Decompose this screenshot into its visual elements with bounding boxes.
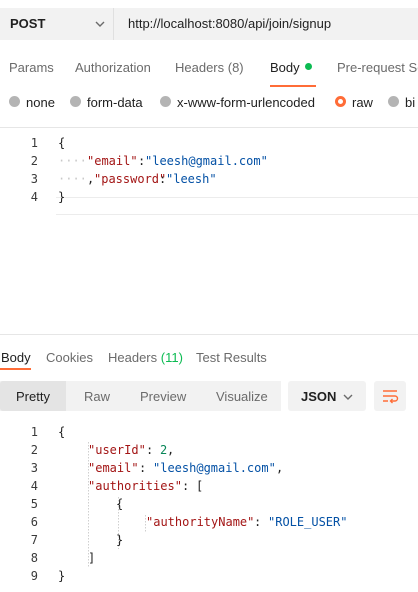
line-number: 7 [30,533,38,547]
response-tab-headers-label: Headers [108,350,158,365]
code-comma: , [167,443,175,457]
tab-authorization[interactable]: Authorization [75,60,151,75]
line-number: 9 [30,569,38,583]
line-number: 3 [30,172,38,186]
code-key-authorities: "authorities" [88,479,182,493]
line-number: 6 [30,515,38,529]
response-tab-body[interactable]: Body [1,350,31,365]
code-close-bracket: ] [88,551,96,565]
radio-label-raw[interactable]: raw [352,95,373,110]
code-open-brace: { [58,136,66,150]
radio-raw[interactable] [335,96,346,107]
format-label: JSON [301,389,337,404]
line-number: 4 [30,479,38,493]
code-inner-open-brace: { [116,497,124,511]
code-colon: : [146,443,154,457]
view-pretty-button[interactable]: Pretty [16,389,50,404]
code-close-brace: } [58,190,66,204]
code-value-authority-name: "ROLE_USER" [268,515,348,529]
tab-pre-request-script[interactable]: Pre-request Sc [337,60,418,75]
response-tab-cookies[interactable]: Cookies [46,350,93,365]
line-number: 1 [30,425,38,439]
active-response-tab-indicator [0,368,31,370]
radio-urlencoded[interactable] [160,96,171,107]
line-number: 2 [30,154,38,168]
code-inner-close-brace: } [116,533,124,547]
wrap-lines-icon [383,390,399,404]
line-number: 8 [30,551,38,565]
radio-label-binary[interactable]: bi [405,95,415,110]
line-number: 3 [30,461,38,475]
indent-dots: ···· [58,154,87,168]
code-key-user-id: "userId" [88,443,146,457]
code-open-bracket: [ [196,479,204,493]
indent-dots: ···· [58,172,87,186]
url-input[interactable]: http://localhost:8080/api/join/signup [114,8,418,40]
radio-label-form-data[interactable]: form-data [87,95,143,110]
editor-divider [0,334,418,335]
active-line-highlight [56,197,418,215]
active-tab-indicator [270,85,316,87]
code-open-brace: { [58,425,66,439]
response-tab-test-results[interactable]: Test Results [196,350,267,365]
code-value-email: "leesh@gmail.com" [145,154,268,168]
response-headers-count: (11) [160,350,183,365]
radio-binary[interactable] [388,96,399,107]
code-key-email: "email" [88,461,139,475]
tab-body[interactable]: Body [270,60,300,75]
code-colon: : [254,515,262,529]
tab-headers[interactable]: Headers (8) [175,60,244,75]
url-text: http://localhost:8080/api/join/signup [128,16,332,31]
radio-form-data[interactable] [70,96,81,107]
radio-none[interactable] [9,96,20,107]
code-key-email: "email" [87,154,138,168]
code-colon: : [139,461,147,475]
body-status-dot [305,63,312,70]
line-number: 1 [30,136,38,150]
line-number: 4 [30,190,38,204]
chevron-down-icon [95,21,105,27]
code-key-authority-name: "authorityName" [146,515,255,529]
method-label: POST [10,16,46,31]
method-select[interactable]: POST [0,8,114,40]
radio-label-urlencoded[interactable]: x-www-form-urlencoded [177,95,315,110]
line-number: 5 [30,497,38,511]
code-value-email: "leesh@gmail.com" [153,461,276,475]
view-preview-button[interactable]: Preview [140,389,186,404]
code-colon: : [182,479,190,493]
code-value-password: "leesh" [166,172,217,186]
view-visualize-button[interactable]: Visualize [216,389,268,404]
tab-params[interactable]: Params [9,60,54,75]
code-comma: , [276,461,284,475]
code-close-brace: } [58,569,66,583]
chevron-down-icon [343,394,353,400]
radio-label-none[interactable]: none [26,95,55,110]
view-raw-button[interactable]: Raw [84,389,110,404]
code-key-password: "password" [94,172,167,186]
response-tab-headers[interactable]: Headers (11) [108,350,183,365]
editor-divider [0,127,418,128]
line-number: 2 [30,443,38,457]
